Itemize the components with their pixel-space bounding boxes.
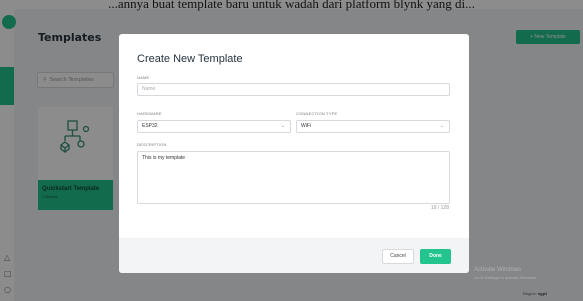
cancel-button[interactable]: Cancel xyxy=(382,249,414,264)
description-label: DESCRIPTION xyxy=(137,142,167,147)
watermark-line2: Go to Settings to activate Windows. xyxy=(474,275,538,280)
create-template-dialog: Create New Template NAME Name HARDWARE E… xyxy=(119,34,469,273)
description-field[interactable]: This is my template xyxy=(137,151,450,204)
chevron-down-icon: ⌄ xyxy=(280,123,285,129)
chevron-down-icon: ⌄ xyxy=(439,123,444,129)
region-footer: Region: sgp1 Privacy xyxy=(523,291,562,296)
watermark-line1: Activate Windows xyxy=(474,267,522,273)
hardware-label: HARDWARE xyxy=(137,111,162,116)
connection-type-select[interactable]: WiFi ⌄ xyxy=(296,120,450,133)
windows-watermark: Activate Windows Go to Settings to activ… xyxy=(474,266,537,282)
connection-label: CONNECTION TYPE xyxy=(296,111,338,116)
name-field[interactable]: Name xyxy=(137,83,450,96)
dialog-footer xyxy=(119,238,469,273)
hardware-value: ESP32 xyxy=(142,123,158,129)
dialog-title: Create New Template xyxy=(137,53,243,65)
name-label: NAME xyxy=(137,75,150,80)
done-button[interactable]: Done xyxy=(420,249,451,264)
hardware-select[interactable]: ESP32 ⌄ xyxy=(137,120,291,133)
connection-value: WiFi xyxy=(301,123,311,129)
region-value: sgp1 xyxy=(537,291,548,296)
region-label: Region: xyxy=(523,291,537,296)
char-counter: 19 / 128 xyxy=(430,205,449,211)
privacy-link[interactable]: Privacy xyxy=(548,291,561,296)
